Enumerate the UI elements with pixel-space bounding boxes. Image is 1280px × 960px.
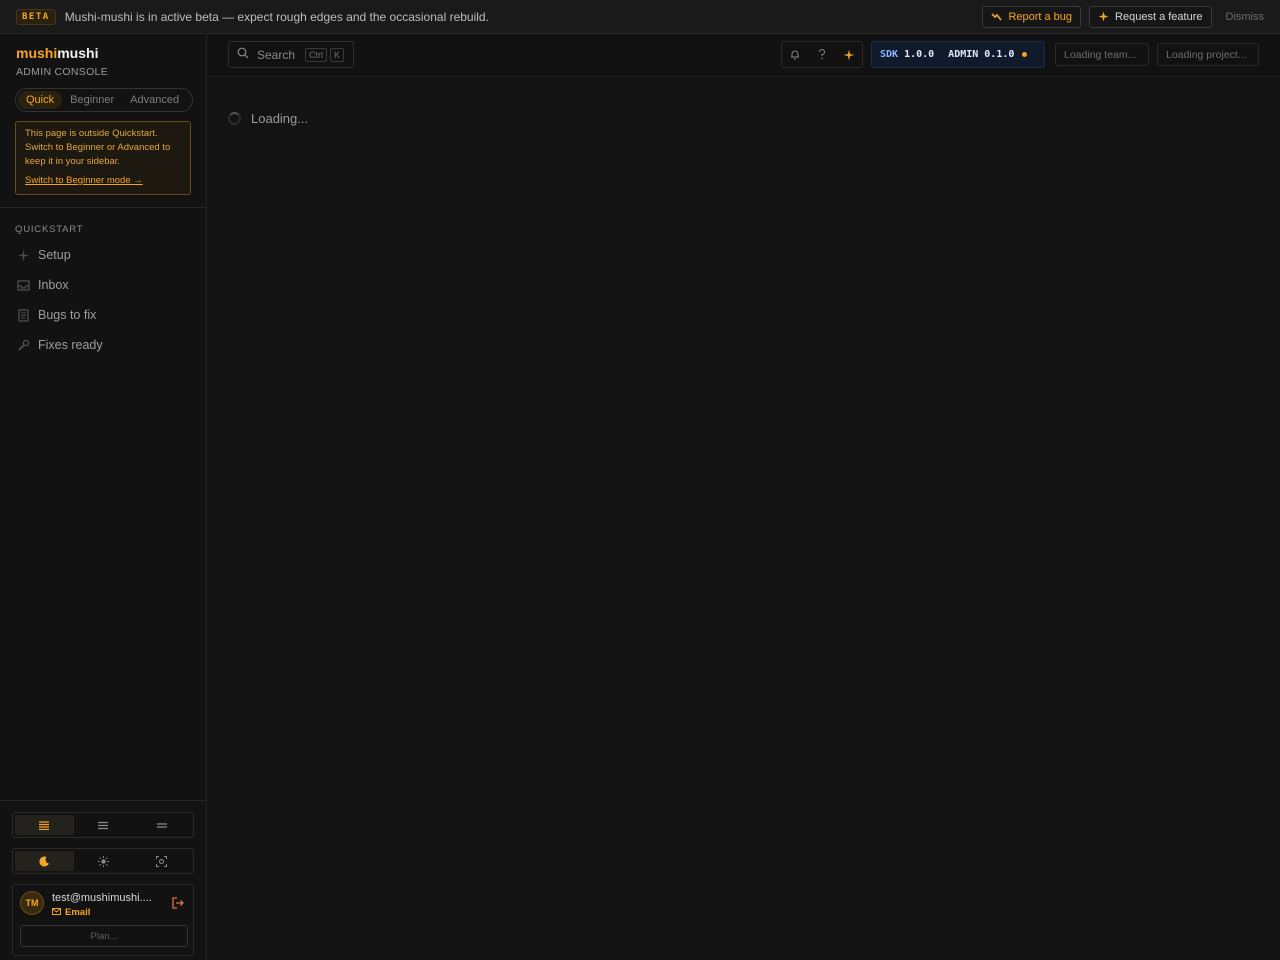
sdk-version: 1.0.0 (904, 49, 935, 60)
sidebar-item-label: Bugs to fix (38, 308, 97, 322)
kbd-k: K (330, 47, 345, 62)
version-info: SDK 1.0.0 ADMIN 0.1.0 (871, 41, 1045, 68)
search-button[interactable]: Search Ctrl K (228, 41, 354, 68)
sparkle-icon (16, 248, 30, 262)
mode-beginner[interactable]: Beginner (62, 91, 122, 109)
switch-beginner-link[interactable]: Switch to Beginner mode → (25, 174, 181, 188)
inbox-icon (16, 278, 30, 292)
sidebar-item-bugs-to-fix[interactable]: Bugs to fix (0, 300, 206, 330)
report-bug-button[interactable]: Report a bug (982, 5, 1082, 28)
team-selector[interactable]: Loading team... (1055, 43, 1149, 66)
outside-quickstart-notice: This page is outside Quickstart. Switch … (15, 121, 191, 195)
sun-icon[interactable] (74, 851, 133, 871)
search-shortcut: Ctrl K (305, 47, 345, 62)
banner-message: Mushi-mushi is in active beta — expect r… (64, 9, 489, 24)
spinner-icon (228, 112, 241, 125)
project-selector[interactable]: Loading project... (1157, 43, 1259, 66)
bell-icon[interactable] (788, 48, 802, 62)
top-bar: Search Ctrl K SDK 1.0.0 ADMIN 0.1.0 Load… (208, 35, 1280, 77)
wrench-icon (16, 338, 30, 352)
mode-quick[interactable]: Quick (18, 91, 63, 109)
sparkle-icon (1098, 11, 1109, 22)
search-label: Search (257, 47, 296, 62)
notice-text: This page is outside Quickstart. Switch … (25, 128, 171, 167)
sidebar-item-label: Setup (38, 248, 71, 262)
dismiss-button[interactable]: Dismiss (1226, 11, 1265, 23)
loading-text: Loading... (251, 111, 309, 126)
banner-actions: Report a bug Request a feature Dismiss (982, 5, 1265, 28)
sidebar-item-inbox[interactable]: Inbox (0, 270, 206, 300)
mode-advanced[interactable]: Advanced (122, 91, 187, 109)
sidebar-item-fixes-ready[interactable]: Fixes ready (0, 330, 206, 360)
user-card: TM test@mushimushi.... Email Plan... (12, 884, 194, 956)
document-icon (16, 308, 30, 322)
brand-logo[interactable]: mushimushi (16, 45, 98, 61)
search-icon (237, 47, 249, 62)
sidebar-item-setup[interactable]: Setup (0, 240, 206, 270)
mail-icon (52, 907, 61, 918)
logout-icon[interactable] (171, 896, 185, 910)
plan-button[interactable]: Plan... (20, 925, 188, 947)
beta-banner: BETA Mushi-mushi is in active beta — exp… (0, 0, 1280, 34)
sidebar-bottom-divider (0, 800, 206, 801)
system-theme-icon[interactable] (132, 851, 191, 871)
report-bug-label: Report a bug (1008, 10, 1073, 23)
sidebar-item-label: Inbox (38, 278, 69, 292)
sidebar-nav: Setup Inbox Bugs to fix Fixes ready (0, 240, 206, 360)
density-default-icon[interactable] (74, 815, 133, 835)
moon-icon[interactable] (15, 851, 74, 871)
status-dot (1022, 52, 1028, 57)
request-feature-label: Request a feature (1115, 10, 1203, 23)
auth-label: Email (65, 907, 91, 918)
ai-sparkle-icon[interactable] (842, 48, 856, 62)
help-icon[interactable] (815, 48, 829, 62)
request-feature-button[interactable]: Request a feature (1089, 5, 1212, 28)
brand-part-2: mushi (57, 45, 99, 61)
sidebar-item-label: Fixes ready (38, 338, 103, 352)
main-content: Loading... (208, 78, 1280, 960)
theme-toggle (12, 848, 194, 874)
brand-subtitle: ADMIN CONSOLE (16, 66, 108, 78)
beta-badge: BETA (16, 8, 56, 25)
brand-part-1: mushi (16, 45, 58, 61)
user-auth-method: Email (52, 907, 90, 918)
density-comfortable-icon[interactable] (15, 815, 74, 835)
sdk-label: SDK (880, 49, 899, 60)
admin-label: ADMIN (948, 49, 979, 60)
kbd-ctrl: Ctrl (305, 47, 328, 62)
admin-version: 0.1.0 (984, 49, 1015, 60)
density-compact-icon[interactable] (132, 815, 191, 835)
user-email: test@mushimushi.... (52, 892, 152, 904)
toolbar-icons (781, 41, 863, 68)
density-toggle (12, 812, 194, 838)
sidebar-divider (0, 207, 206, 208)
loading-indicator: Loading... (228, 111, 308, 126)
bug-icon (991, 11, 1003, 22)
section-label-quickstart: QUICKSTART (15, 224, 84, 235)
mode-switch: Quick Beginner Advanced (15, 88, 193, 112)
avatar[interactable]: TM (20, 891, 44, 915)
sidebar: mushimushi ADMIN CONSOLE Quick Beginner … (0, 35, 207, 960)
